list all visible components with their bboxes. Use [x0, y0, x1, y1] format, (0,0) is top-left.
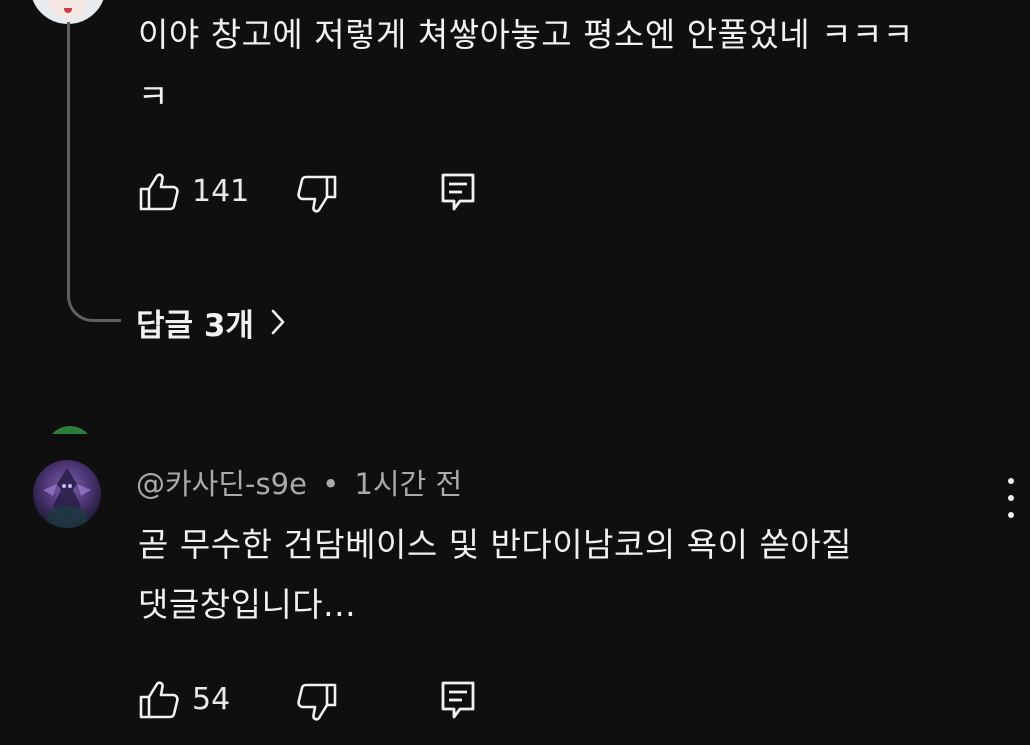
- thumbs-up-icon[interactable]: [138, 680, 180, 720]
- comment-time: 1시간 전: [354, 467, 463, 501]
- commenter-avatar[interactable]: [30, 0, 106, 24]
- comment-reply-icon[interactable]: [440, 172, 476, 212]
- comment-text-line: ㅋ: [138, 77, 169, 116]
- thumbs-up-icon[interactable]: [138, 172, 180, 212]
- commenter-avatar[interactable]: [33, 460, 101, 528]
- comment-author[interactable]: @카사딘-s9e: [136, 467, 307, 501]
- thread-connector-line: [67, 22, 121, 322]
- thumbs-down-icon[interactable]: [296, 174, 338, 214]
- comment-text-line: 곧 무수한 건담베이스 및 반다이남코의 욕이 쏟아질: [138, 525, 852, 564]
- like-count: 141: [192, 174, 250, 209]
- thumbs-down-icon[interactable]: [296, 682, 338, 722]
- more-vertical-icon[interactable]: [1000, 478, 1022, 518]
- comment-meta: @카사딘-s9e • 1시간 전: [136, 462, 462, 506]
- comment-text-line: 이야 창고에 저렇게 쳐쌓아놓고 평소엔 안풀었네 ㅋㅋㅋ: [138, 15, 914, 54]
- comment-text-line: 댓글창입니다...: [138, 585, 357, 624]
- comment-reply-icon[interactable]: [440, 680, 476, 720]
- replies-label: 답글 3개: [136, 308, 254, 344]
- view-replies-button[interactable]: 답글 3개: [136, 302, 286, 350]
- like-count: 54: [192, 682, 231, 717]
- meta-separator: •: [322, 467, 340, 501]
- chevron-right-icon: [270, 302, 286, 350]
